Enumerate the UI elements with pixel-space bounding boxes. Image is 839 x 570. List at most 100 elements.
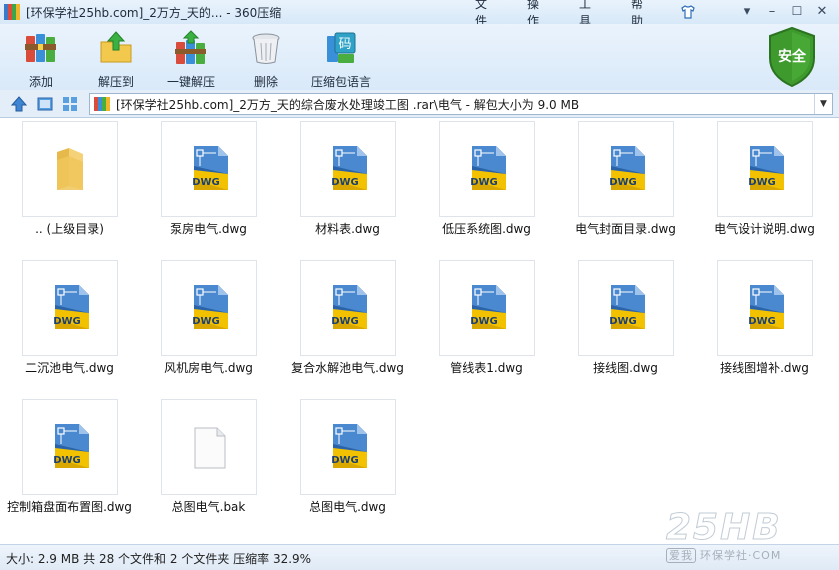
dwg-icon-label: DWG — [748, 316, 776, 327]
file-name: 复合水解池电气.dwg — [291, 361, 404, 375]
file-tile[interactable]: 总图电气.bak — [139, 397, 278, 533]
file-name: 接线图增补.dwg — [720, 361, 809, 375]
watermark-badge: 爱我 — [666, 548, 696, 563]
file-tile[interactable]: DWG 管线表1.dwg — [417, 258, 556, 394]
path-field[interactable]: [环保学社25hb.com]_2万方_天的综合废水处理竣工图 .rar\电气 -… — [89, 93, 833, 115]
app-icon — [4, 4, 20, 20]
archive-language-label: 压缩包语言 — [310, 75, 371, 89]
language-code-icon: 码 — [327, 32, 356, 63]
dwg-icon-label: DWG — [53, 455, 81, 466]
file-tile[interactable]: DWG 低压系统图.dwg — [417, 119, 556, 255]
file-tile[interactable]: DWG 接线图增补.dwg — [695, 258, 834, 394]
dwg-icon-label: DWG — [470, 177, 498, 188]
address-bar: [环保学社25hb.com]_2万方_天的综合废水处理竣工图 .rar\电气 -… — [0, 90, 839, 118]
grid-view-icon[interactable] — [61, 95, 79, 113]
file-name: 二沉池电气.dwg — [25, 361, 114, 375]
one-click-extract-button[interactable]: 一键解压 — [159, 30, 223, 90]
dwg-icon-label: DWG — [331, 316, 359, 327]
archive-language-button[interactable]: 码 压缩包语言 — [304, 30, 378, 90]
file-thumbnail: DWG — [300, 121, 396, 217]
dwg-file-icon: DWG — [748, 146, 784, 190]
extract-to-button[interactable]: 解压到 — [84, 30, 148, 90]
file-name: 总图电气.bak — [171, 500, 246, 514]
delete-button[interactable]: 删除 — [234, 30, 298, 90]
dwg-icon-label: DWG — [331, 177, 359, 188]
path-dropdown-icon[interactable]: ▼ — [814, 94, 832, 114]
dwg-file-icon: DWG — [192, 146, 228, 190]
minimize-button[interactable]: – — [761, 2, 783, 20]
file-thumbnail: DWG — [717, 260, 813, 356]
file-thumbnail: DWG — [300, 260, 396, 356]
trash-bin-icon — [252, 33, 280, 64]
dwg-file-icon: DWG — [748, 285, 784, 329]
delete-label: 删除 — [253, 75, 278, 89]
file-tile[interactable]: DWG 接线图.dwg — [556, 258, 695, 394]
add-button[interactable]: 添加 — [9, 30, 73, 90]
add-label: 添加 — [28, 75, 53, 89]
archive-icon — [94, 97, 110, 111]
file-name: 总图电气.dwg — [309, 500, 386, 514]
dwg-icon-label: DWG — [53, 316, 81, 327]
file-tile[interactable]: DWG 风机房电气.dwg — [139, 258, 278, 394]
one-click-extract-label: 一键解压 — [166, 75, 215, 89]
file-thumbnail: DWG — [300, 399, 396, 495]
dwg-file-icon: DWG — [470, 146, 506, 190]
file-thumbnail: DWG — [717, 121, 813, 217]
file-tile[interactable]: DWG 二沉池电气.dwg — [0, 258, 139, 394]
file-tile[interactable]: DWG 电气设计说明.dwg — [695, 119, 834, 255]
dwg-file-icon: DWG — [331, 146, 367, 190]
watermark-logo: 25HB — [666, 507, 782, 549]
file-name: 低压系统图.dwg — [442, 222, 531, 236]
file-name: 风机房电气.dwg — [164, 361, 253, 375]
file-thumbnail: DWG — [439, 121, 535, 217]
file-thumbnail: DWG — [439, 260, 535, 356]
file-thumbnail: DWG — [22, 399, 118, 495]
dwg-file-icon: DWG — [53, 285, 89, 329]
one-click-extract-icon — [175, 30, 206, 64]
file-tile[interactable]: DWG 控制箱盘面布置图.dwg — [0, 397, 139, 533]
dwg-icon-label: DWG — [609, 177, 637, 188]
watermark-caption: 爱我 环保学社·COM — [666, 547, 781, 563]
status-text: 大小: 2.9 MB 共 28 个文件和 2 个文件夹 压缩率 32.9% — [6, 552, 312, 566]
file-tile[interactable]: DWG 泵房电气.dwg — [139, 119, 278, 255]
file-thumbnail — [161, 399, 257, 495]
file-grid: .. (上级目录) DWG 泵房电气.dwg DWG 材料表.dwg DWG 低… — [0, 119, 839, 544]
dwg-file-icon: DWG — [609, 285, 645, 329]
close-button[interactable]: ✕ — [811, 2, 833, 20]
security-shield-badge[interactable]: 安全 — [766, 26, 818, 88]
title-bar: [环保学社25hb.com]_2万方_天的... - 360压缩 — [0, 0, 839, 24]
dwg-file-icon: DWG — [331, 424, 367, 468]
file-name: 管线表1.dwg — [450, 361, 523, 375]
window-title: [环保学社25hb.com]_2万方_天的... - 360压缩 — [26, 5, 282, 20]
file-tile[interactable]: DWG 电气封面目录.dwg — [556, 119, 695, 255]
file-thumbnail — [22, 121, 118, 217]
file-thumbnail: DWG — [578, 121, 674, 217]
file-name: 接线图.dwg — [593, 361, 658, 375]
file-name: 控制箱盘面布置图.dwg — [7, 500, 132, 514]
dwg-icon-label: DWG — [331, 455, 359, 466]
up-arrow-icon[interactable] — [10, 95, 28, 113]
add-books-icon — [25, 34, 56, 62]
file-thumbnail: DWG — [161, 260, 257, 356]
file-thumbnail: DWG — [22, 260, 118, 356]
file-thumbnail: DWG — [578, 260, 674, 356]
large-icon-view-icon[interactable] — [36, 95, 54, 113]
language-glyph: 码 — [338, 37, 351, 52]
dwg-icon-label: DWG — [192, 316, 220, 327]
file-name: .. (上级目录) — [35, 222, 104, 236]
dwg-icon-label: DWG — [748, 177, 776, 188]
menu-dropdown-icon[interactable]: ▾ — [736, 2, 758, 20]
dwg-icon-label: DWG — [192, 177, 220, 188]
file-tile[interactable]: DWG 复合水解池电气.dwg — [278, 258, 417, 394]
extract-to-folder-icon — [100, 31, 132, 63]
dwg-file-icon: DWG — [331, 285, 367, 329]
file-name: 电气设计说明.dwg — [714, 222, 815, 236]
watermark: 25HB 爱我 环保学社·COM — [666, 507, 836, 567]
dwg-file-icon: DWG — [53, 424, 89, 468]
file-tile[interactable]: DWG 材料表.dwg — [278, 119, 417, 255]
file-tile[interactable]: .. (上级目录) — [0, 119, 139, 255]
skin-tshirt-icon[interactable] — [680, 4, 696, 20]
maximize-button[interactable]: ☐ — [786, 2, 808, 20]
dwg-file-icon: DWG — [470, 285, 506, 329]
file-tile[interactable]: DWG 总图电气.dwg — [278, 397, 417, 533]
